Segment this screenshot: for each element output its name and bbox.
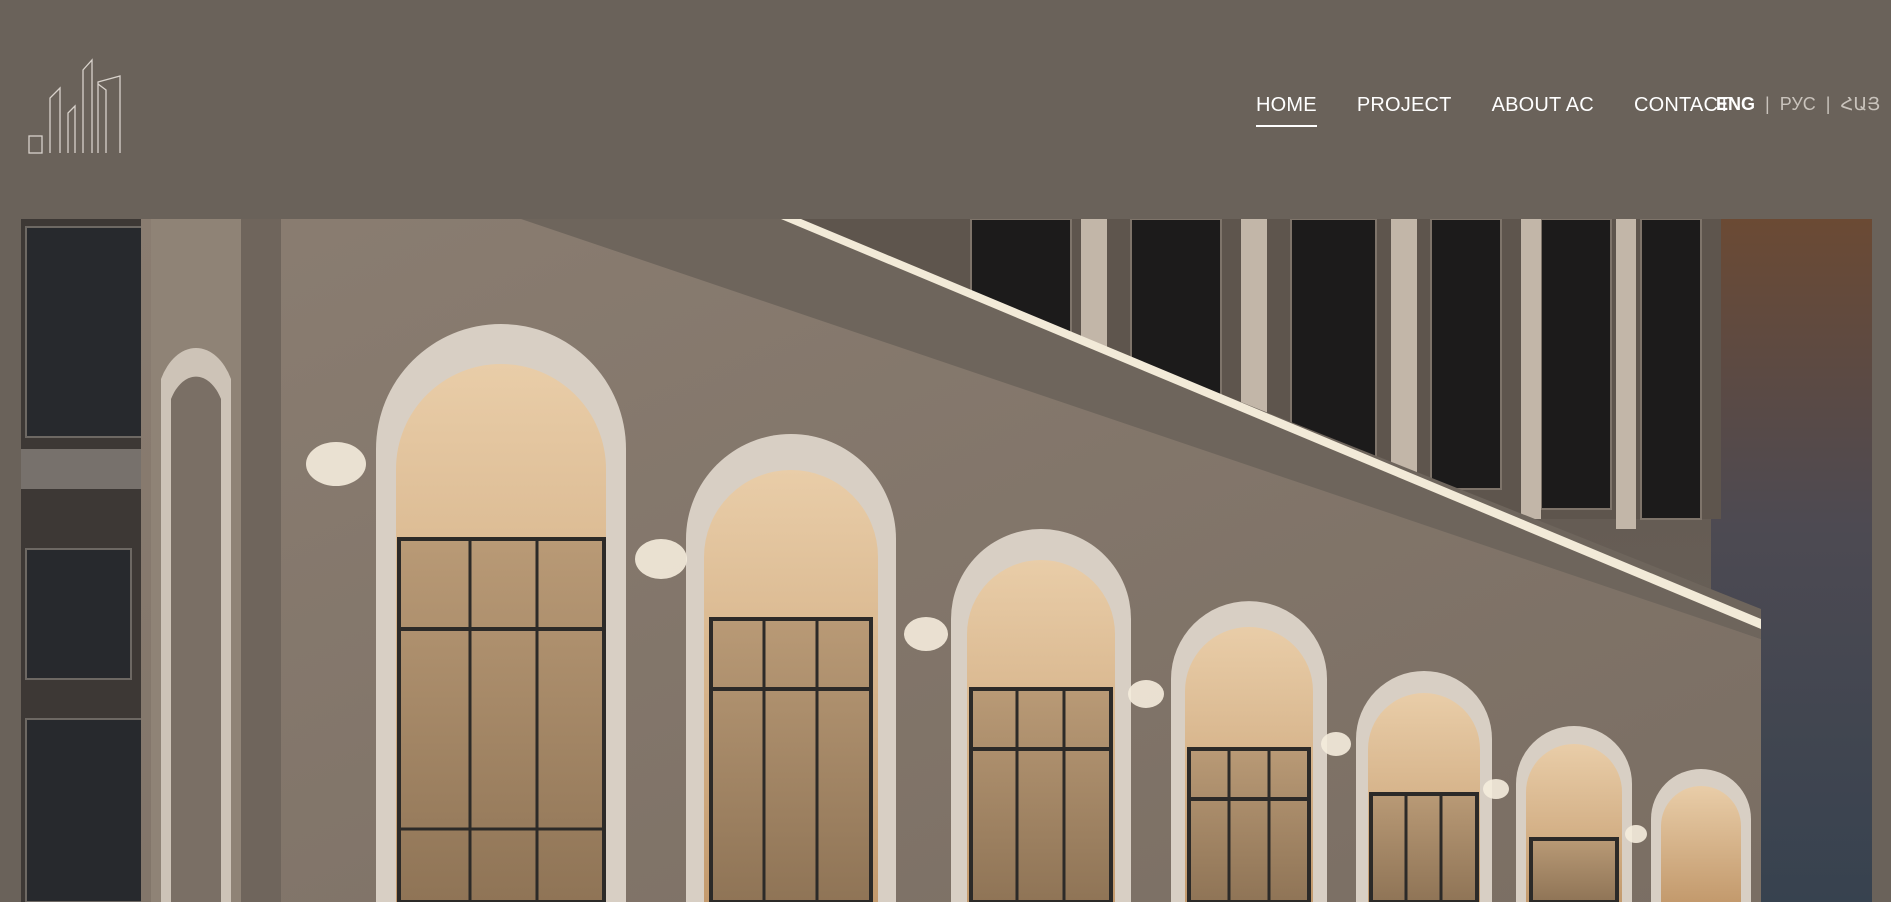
logo-icon[interactable] xyxy=(28,58,123,156)
building-render-illustration xyxy=(21,219,1872,902)
lang-separator: | xyxy=(1825,94,1831,114)
lang-eng[interactable]: ENG xyxy=(1716,94,1755,115)
nav-about[interactable]: ABOUT AC xyxy=(1492,94,1594,117)
site-header: HOME PROJECT ABOUT AC CONTACT ENG | РУС … xyxy=(0,0,1891,219)
lang-separator: | xyxy=(1765,94,1770,114)
lang-arm[interactable]: ՀԱՅ xyxy=(1840,94,1880,115)
nav-project[interactable]: PROJECT xyxy=(1357,94,1452,117)
main-nav: HOME PROJECT ABOUT AC CONTACT xyxy=(1256,94,1771,127)
nav-home[interactable]: HOME xyxy=(1256,94,1317,127)
hero-image xyxy=(21,219,1872,902)
language-switcher: ENG | РУС | ՀԱՅ xyxy=(1716,94,1880,115)
lang-rus[interactable]: РУС xyxy=(1780,94,1816,115)
